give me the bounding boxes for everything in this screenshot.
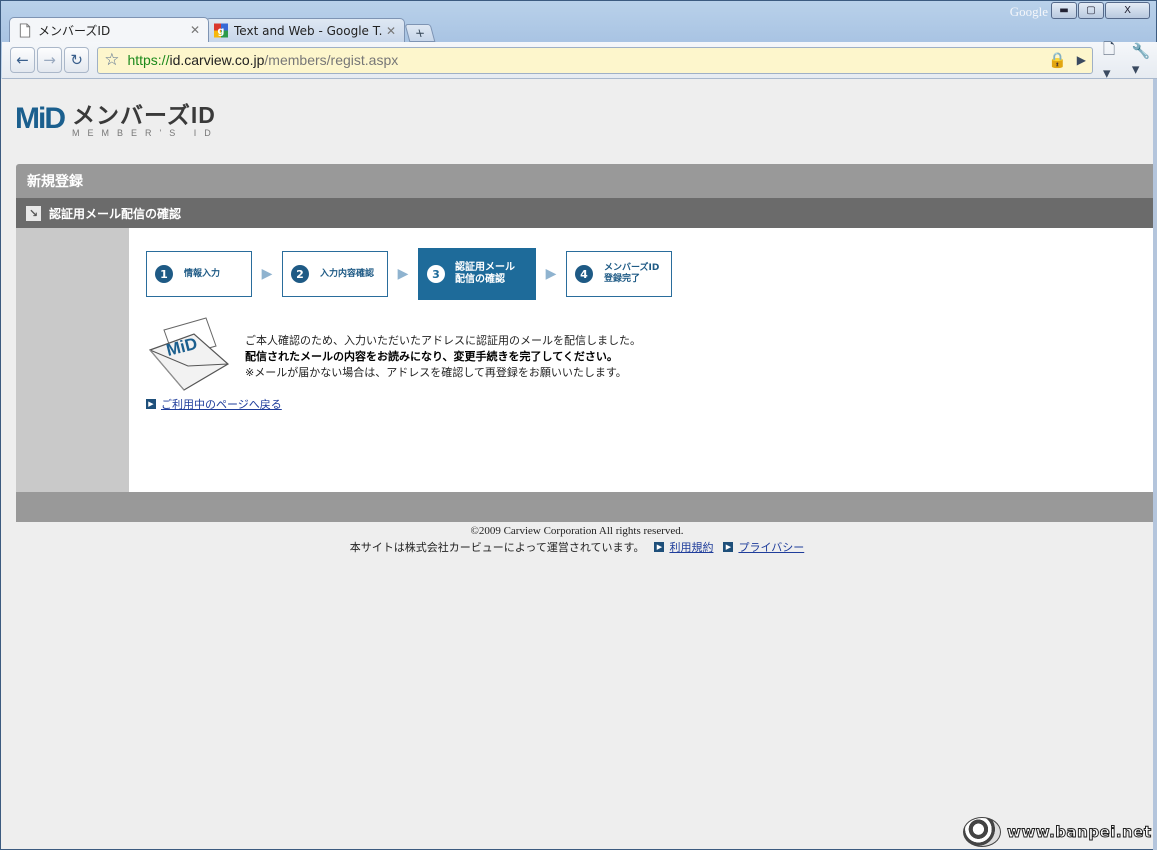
copyright: ©2009 Carview Corporation All rights res…	[470, 525, 684, 537]
privacy-link-text[interactable]: プライバシー	[738, 539, 804, 555]
forward-button[interactable]: →	[37, 47, 63, 73]
step-3-current: 3 認証用メール 配信の確認	[418, 248, 536, 300]
close-window-button[interactable]: X	[1105, 2, 1150, 19]
step-arrow-icon: ▶	[261, 266, 273, 282]
arrow-down-right-icon: ↘	[26, 205, 41, 221]
sub-header-title: 認証用メール配信の確認	[49, 206, 182, 221]
footer-bar	[16, 492, 1153, 522]
window-right-edge	[1153, 79, 1157, 850]
url-path: /members/regist.aspx	[264, 52, 399, 68]
step-4: 4 メンバーズID 登録完了	[566, 251, 672, 297]
step-2: 2 入力内容確認	[282, 251, 388, 297]
envelope-icon: MiD	[148, 317, 230, 391]
message-line-3: ※メールが届かない場合は、アドレスを確認して再登録をお願いいたします。	[245, 366, 627, 379]
reload-button[interactable]: ↻	[64, 47, 90, 73]
step-label: 入力内容確認	[320, 268, 375, 279]
tab-title: Text and Web - Google T...	[234, 23, 382, 38]
address-bar[interactable]: ☆ https:// id.carview.co.jp /members/reg…	[97, 46, 1093, 74]
terms-link[interactable]: ▶ 利用規約	[654, 539, 713, 555]
operated-by-text: 本サイトは株式会社カービューによって運営されています。	[349, 541, 645, 554]
privacy-link[interactable]: ▶ プライバシー	[723, 539, 804, 555]
reload-icon: ↻	[70, 51, 83, 69]
minimize-button[interactable]: ▬	[1051, 2, 1077, 19]
logo-main-text: メンバーズID	[72, 102, 216, 128]
footer-links: 本サイトは株式会社カービューによって運営されています。 ▶ 利用規約 ▶ プライ…	[1, 539, 1153, 555]
svg-text:g: g	[218, 26, 225, 37]
terms-link-text[interactable]: 利用規約	[669, 539, 713, 555]
logo-text: メンバーズID MEMBER'S ID	[72, 102, 219, 138]
google-brand-label: Google	[1009, 4, 1048, 19]
maximize-button[interactable]: ▢	[1078, 2, 1104, 19]
logo-mark: MiD	[15, 102, 66, 135]
step-number: 1	[155, 265, 173, 283]
step-number: 2	[291, 265, 309, 283]
members-id-logo[interactable]: MiD メンバーズID MEMBER'S ID	[15, 102, 219, 138]
browser-toolbar: ← → ↻ ☆ https:// id.carview.co.jp /membe…	[2, 39, 1157, 82]
back-button[interactable]: ←	[10, 47, 36, 73]
message-line-1: ご本人確認のため、入力いただいたアドレスに認証用のメールを配信しました。	[245, 334, 641, 347]
sub-header: ↘ 認証用メール配信の確認	[16, 198, 1153, 228]
step-1: 1 情報入力	[146, 251, 252, 297]
page-menu-icon[interactable]: 🗋▾	[1103, 39, 1122, 82]
wrench-menu-icon[interactable]: 🔧▾	[1132, 42, 1157, 78]
step-number: 3	[427, 265, 445, 283]
section-header: 新規登録	[16, 164, 1153, 198]
step-label: 認証用メール 配信の確認	[455, 262, 515, 285]
main-content: 1 情報入力 ▶ 2 入力内容確認 ▶ 3 認証用メール 配信の確認 ▶ 4 メ…	[129, 228, 1153, 492]
back-arrow-icon: ←	[16, 51, 29, 69]
tab-close-icon[interactable]: ✕	[386, 24, 396, 38]
link-arrow-icon: ▶	[146, 399, 156, 409]
forward-arrow-icon: →	[43, 51, 56, 69]
step-label: メンバーズID 登録完了	[604, 263, 660, 284]
message-line-2: 配信されたメールの内容をお読みになり、変更手続きを完了してください。	[245, 350, 618, 363]
watermark: www.banpei.net	[963, 817, 1152, 847]
lock-icon[interactable]: 🔒	[1048, 51, 1067, 69]
registration-steps: 1 情報入力 ▶ 2 入力内容確認 ▶ 3 認証用メール 配信の確認 ▶ 4 メ…	[146, 248, 672, 300]
step-number: 4	[575, 265, 593, 283]
link-arrow-icon: ▶	[723, 542, 734, 552]
watermark-text: www.banpei.net	[1007, 823, 1152, 842]
link-arrow-icon: ▶	[654, 542, 665, 552]
go-arrow-icon[interactable]: ▶	[1077, 53, 1086, 67]
url-scheme: https://	[127, 52, 170, 68]
tab-strip: メンバーズID ✕ g Text and Web - Google T... ✕…	[9, 17, 436, 42]
step-label: 情報入力	[184, 268, 221, 279]
logo-sub-text: MEMBER'S ID	[72, 128, 219, 138]
google-icon: g	[214, 23, 228, 38]
back-link-text[interactable]: ご利用中のページへ戻る	[161, 396, 282, 412]
new-tab-button[interactable]: +	[404, 24, 436, 42]
tab-google-translate[interactable]: g Text and Web - Google T... ✕	[205, 18, 405, 42]
tab-title: メンバーズID	[38, 23, 111, 38]
step-arrow-icon: ▶	[397, 266, 409, 282]
tab-members-id[interactable]: メンバーズID ✕	[9, 17, 209, 42]
back-to-page-link[interactable]: ▶ ご利用中のページへ戻る	[146, 396, 282, 412]
watermark-logo-icon	[963, 817, 1001, 847]
step-arrow-icon: ▶	[545, 266, 557, 282]
page-icon	[19, 22, 31, 38]
tab-close-icon[interactable]: ✕	[190, 23, 200, 37]
page-viewport: MiD メンバーズID MEMBER'S ID 新規登録 ↘ 認証用メール配信の…	[1, 79, 1153, 849]
url-host: id.carview.co.jp	[169, 52, 265, 68]
window-controls: ▬ ▢ X	[1051, 2, 1150, 19]
left-column	[16, 228, 129, 492]
title-bar: Google ▬ ▢ X メンバーズID ✕ g Text and Web - …	[1, 1, 1156, 42]
bookmark-star-icon[interactable]: ☆	[104, 50, 119, 70]
confirmation-message: ご本人確認のため、入力いただいたアドレスに認証用のメールを配信しました。 配信さ…	[245, 333, 641, 381]
